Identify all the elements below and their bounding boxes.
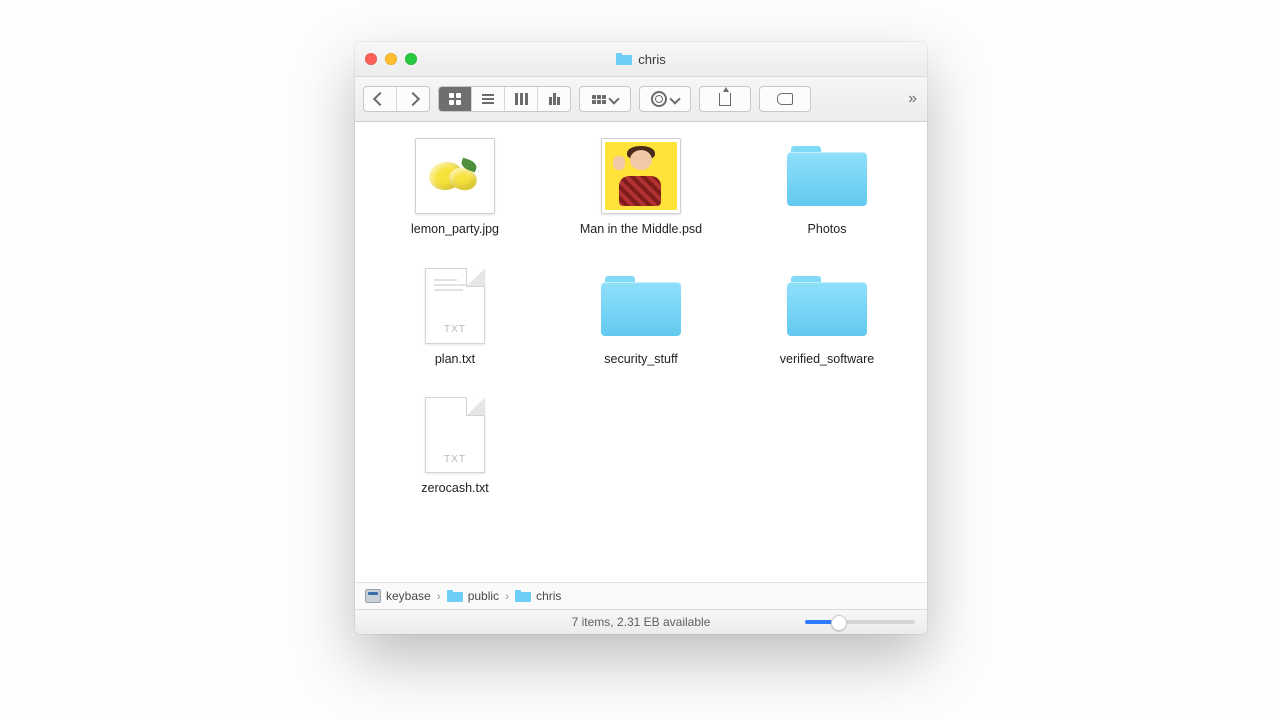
gear-icon <box>651 91 667 107</box>
file-item[interactable]: Man in the Middle.psd <box>551 138 731 238</box>
file-label: verified_software <box>780 352 875 368</box>
arrange-icon <box>592 95 606 104</box>
nav-group <box>363 86 430 112</box>
file-item[interactable]: verified_software <box>737 268 917 368</box>
tags-button[interactable] <box>759 86 811 112</box>
file-label: Man in the Middle.psd <box>580 222 702 238</box>
grid-icon <box>449 93 461 105</box>
status-text: 7 items, 2.31 EB available <box>572 615 711 629</box>
text-document-icon: TXT <box>425 268 485 344</box>
coverflow-icon <box>549 93 560 105</box>
icon-size-slider[interactable] <box>805 620 915 624</box>
path-segment[interactable]: chris <box>515 589 561 603</box>
folder-icon <box>601 276 681 336</box>
folder-icon <box>616 53 632 65</box>
finder-window: chris <box>355 42 927 634</box>
file-item[interactable]: TXT plan.txt <box>365 268 545 368</box>
status-bar: 7 items, 2.31 EB available <box>355 609 927 634</box>
path-label: public <box>468 589 499 603</box>
path-segment[interactable]: keybase <box>365 589 431 603</box>
file-item[interactable]: Photos <box>737 138 917 238</box>
view-mode-group <box>438 86 571 112</box>
toolbar: » <box>355 77 927 122</box>
minimize-button[interactable] <box>385 53 397 65</box>
chevron-right-icon <box>406 92 420 106</box>
file-label: zerocash.txt <box>421 481 488 497</box>
back-button[interactable] <box>364 87 397 111</box>
folder-icon <box>787 146 867 206</box>
view-list-button[interactable] <box>472 87 505 111</box>
view-columns-button[interactable] <box>505 87 538 111</box>
path-segment[interactable]: public <box>447 589 499 603</box>
file-label: security_stuff <box>604 352 677 368</box>
icon-grid: lemon_party.jpg Man in the Middle.psd Phot… <box>355 122 927 507</box>
view-icons-button[interactable] <box>439 87 472 111</box>
content-area[interactable]: lemon_party.jpg Man in the Middle.psd Phot… <box>355 122 927 582</box>
tag-icon <box>777 93 793 105</box>
path-separator: › <box>505 589 509 603</box>
path-label: chris <box>536 589 561 603</box>
file-item[interactable]: TXT zerocash.txt <box>365 397 545 497</box>
folder-icon <box>787 276 867 336</box>
file-label: plan.txt <box>435 352 475 368</box>
window-title: chris <box>355 52 927 67</box>
folder-icon <box>447 590 463 602</box>
path-separator: › <box>437 589 441 603</box>
file-label: lemon_party.jpg <box>411 222 499 238</box>
image-thumbnail <box>415 138 495 214</box>
close-button[interactable] <box>365 53 377 65</box>
path-bar: keybase › public › chris <box>355 582 927 609</box>
chevron-down-icon <box>608 93 619 104</box>
image-thumbnail <box>601 138 681 214</box>
text-document-icon: TXT <box>425 397 485 473</box>
path-label: keybase <box>386 589 431 603</box>
chevron-down-icon <box>669 93 680 104</box>
share-icon <box>719 93 731 106</box>
traffic-lights <box>365 53 417 65</box>
double-chevron-right-icon: » <box>908 90 917 107</box>
file-label: Photos <box>808 222 847 238</box>
folder-icon <box>515 590 531 602</box>
toolbar-overflow-button[interactable]: » <box>906 90 919 108</box>
file-item[interactable]: lemon_party.jpg <box>365 138 545 238</box>
forward-button[interactable] <box>397 87 429 111</box>
slider-knob[interactable] <box>831 615 847 631</box>
drive-icon <box>365 589 381 603</box>
titlebar: chris <box>355 42 927 77</box>
zoom-button[interactable] <box>405 53 417 65</box>
window-title-text: chris <box>638 52 665 67</box>
file-item[interactable]: security_stuff <box>551 268 731 368</box>
view-coverflow-button[interactable] <box>538 87 570 111</box>
list-icon <box>482 94 494 104</box>
columns-icon <box>515 93 528 105</box>
share-button[interactable] <box>699 86 751 112</box>
arrange-button[interactable] <box>579 86 631 112</box>
chevron-left-icon <box>373 92 387 106</box>
action-button[interactable] <box>639 86 691 112</box>
